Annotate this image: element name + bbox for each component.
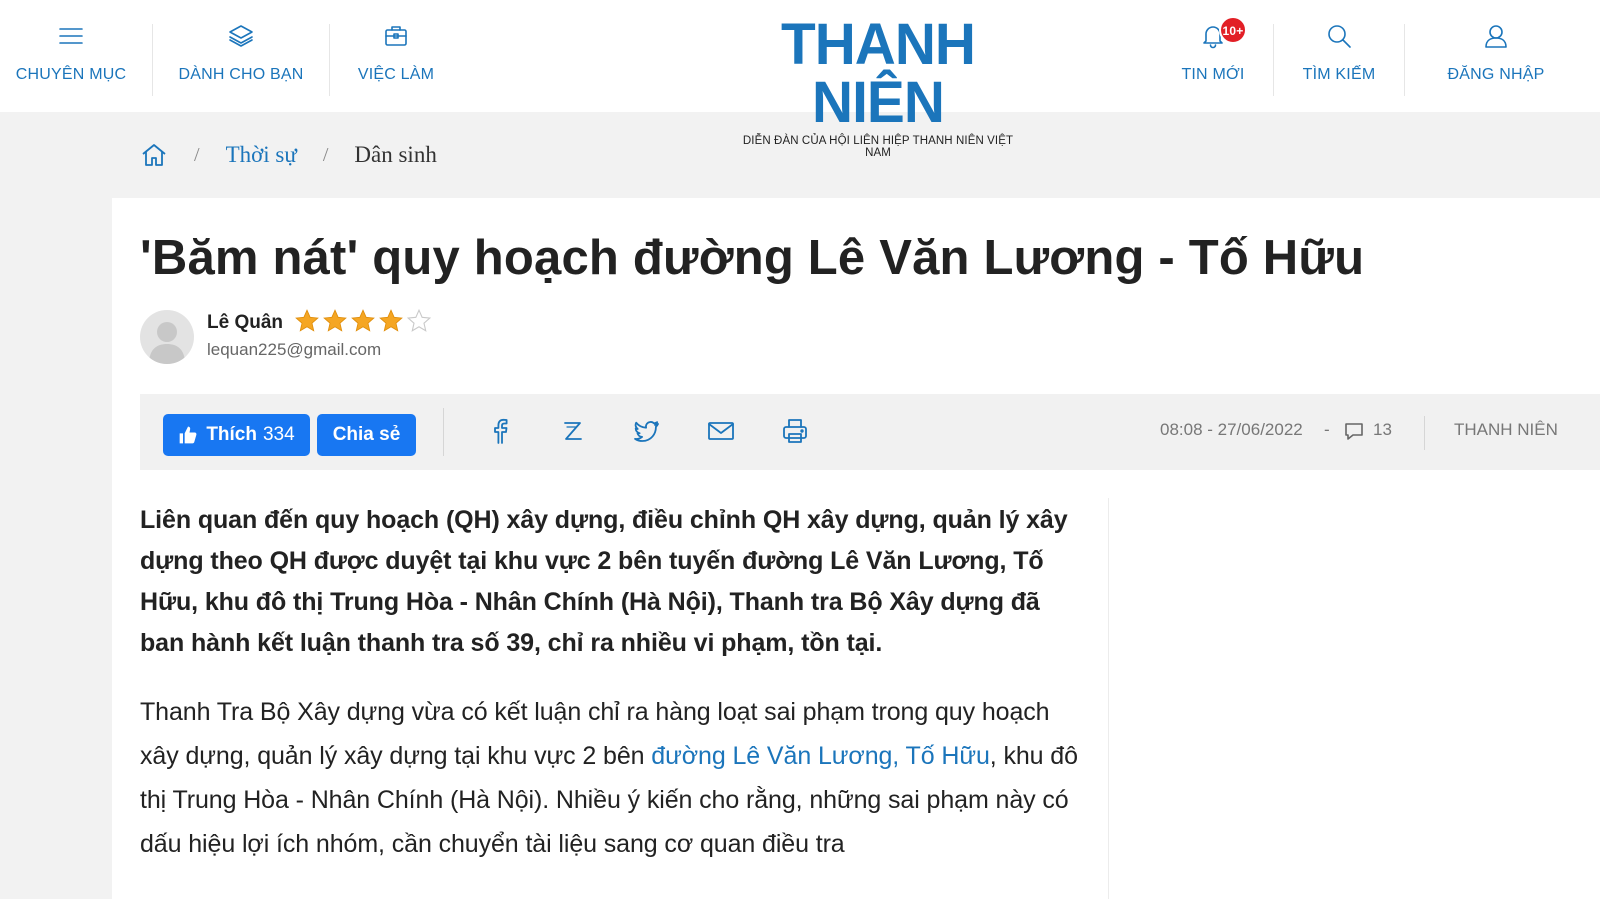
divider <box>1404 24 1405 96</box>
menu-icon <box>59 28 83 44</box>
star-filled-icon <box>323 309 347 332</box>
avatar-placeholder-icon <box>149 322 185 364</box>
article-title: 'Băm nát' quy hoạch đường Lê Văn Lương -… <box>140 231 1365 285</box>
breadcrumb: / Thời sự / Dân sinh <box>140 138 437 172</box>
user-icon <box>1485 25 1507 48</box>
author-avatar[interactable] <box>140 310 194 364</box>
print-button[interactable] <box>780 416 810 446</box>
divider <box>329 24 330 96</box>
site-logo[interactable]: THANH NIÊN DIỄN ĐÀN CỦA HỘI LIÊN HIỆP TH… <box>742 12 1014 160</box>
star-empty-icon <box>406 308 432 332</box>
inline-article-link[interactable]: đường Lê Văn Lương, Tố Hữu <box>651 742 990 770</box>
star-filled-icon <box>295 309 319 332</box>
facebook-icon <box>494 418 508 444</box>
twitter-share-icon[interactable] <box>632 416 662 446</box>
nav-dang-nhap[interactable]: ĐĂNG NHẬP <box>1448 22 1544 98</box>
like-label: Thích <box>206 424 257 445</box>
nav-label: ĐĂNG NHẬP <box>1447 66 1545 83</box>
breadcrumb-dan-sinh[interactable]: Dân sinh <box>354 142 436 168</box>
nav-label: TIN MỚI <box>1181 66 1245 83</box>
source-label: THANH NIÊN <box>1454 420 1558 439</box>
article-paragraph: Thanh Tra Bộ Xây dựng vừa có kết luận ch… <box>140 690 1084 866</box>
comment-icon <box>1345 423 1363 440</box>
comment-count[interactable]: 13 <box>1373 420 1392 440</box>
share-bar: Thích 334 Chia sẻ 08:08 - 27/06/2022 - 1… <box>140 394 1600 470</box>
facebook-like-button[interactable]: Thích 334 <box>163 414 310 456</box>
briefcase-icon <box>385 26 407 46</box>
logo-wordmark: THANH NIÊN <box>780 12 976 135</box>
divider <box>443 408 444 456</box>
breadcrumb-thoi-su[interactable]: Thời sự <box>226 142 297 168</box>
author-email: lequan225@gmail.com <box>207 340 382 359</box>
meta-separator: - <box>1324 420 1330 439</box>
article-sapo: Liên quan đến quy hoạch (QH) xây dựng, đ… <box>140 506 1068 657</box>
notification-badge: 10+ <box>1219 16 1247 44</box>
zalo-icon <box>564 422 582 440</box>
divider <box>1273 24 1274 96</box>
comment-link[interactable] <box>1343 420 1365 442</box>
star-filled-icon <box>351 309 375 332</box>
nav-tim-kiem[interactable]: TÌM KIẾM <box>1300 22 1378 98</box>
like-count: 334 <box>262 424 295 445</box>
zalo-share-icon[interactable] <box>558 416 588 446</box>
nav-chuyen-muc[interactable]: CHUYÊN MỤC <box>15 22 127 98</box>
search-icon <box>1328 25 1351 48</box>
nav-viec-lam[interactable]: VIỆC LÀM <box>356 22 436 98</box>
mail-share-icon[interactable] <box>706 416 736 446</box>
thumbs-up-icon <box>179 426 197 444</box>
nav-label: DÀNH CHO BẠN <box>178 66 304 83</box>
site-header: CHUYÊN MỤC DÀNH CHO BẠN VIỆC LÀM THANH N… <box>0 0 1600 159</box>
nav-tin-moi[interactable]: 10+ TIN MỚI <box>1180 16 1247 98</box>
facebook-share-icon[interactable] <box>485 416 515 446</box>
layers-icon <box>229 25 253 47</box>
author-name[interactable]: Lê Quân <box>207 312 283 334</box>
divider <box>152 24 153 96</box>
nav-label: TÌM KIẾM <box>1302 66 1376 83</box>
star-filled-icon <box>379 309 403 332</box>
mail-icon <box>708 422 734 440</box>
home-icon[interactable] <box>140 141 168 169</box>
breadcrumb-separator: / <box>322 143 329 166</box>
breadcrumb-separator: / <box>194 143 200 166</box>
article-body: Liên quan đến quy hoạch (QH) xây dựng, đ… <box>140 500 1084 866</box>
nav-label: CHUYÊN MỤC <box>15 66 127 83</box>
column-divider <box>1108 498 1109 899</box>
print-icon <box>783 419 807 443</box>
author-rating <box>294 308 432 334</box>
publish-datetime: 08:08 - 27/06/2022 <box>1160 420 1303 439</box>
bell-wrapper: 10+ <box>1199 16 1247 50</box>
logo-tagline: DIỄN ĐÀN CỦA HỘI LIÊN HIỆP THANH NIÊN VI… <box>742 135 1014 159</box>
divider <box>1424 416 1425 450</box>
facebook-share-button[interactable]: Chia sẻ <box>317 414 416 456</box>
article-card: 'Băm nát' quy hoạch đường Lê Văn Lương -… <box>112 198 1600 899</box>
nav-label: VIỆC LÀM <box>357 66 435 83</box>
nav-danh-cho-ban[interactable]: DÀNH CHO BẠN <box>178 22 304 98</box>
twitter-icon <box>634 421 659 442</box>
